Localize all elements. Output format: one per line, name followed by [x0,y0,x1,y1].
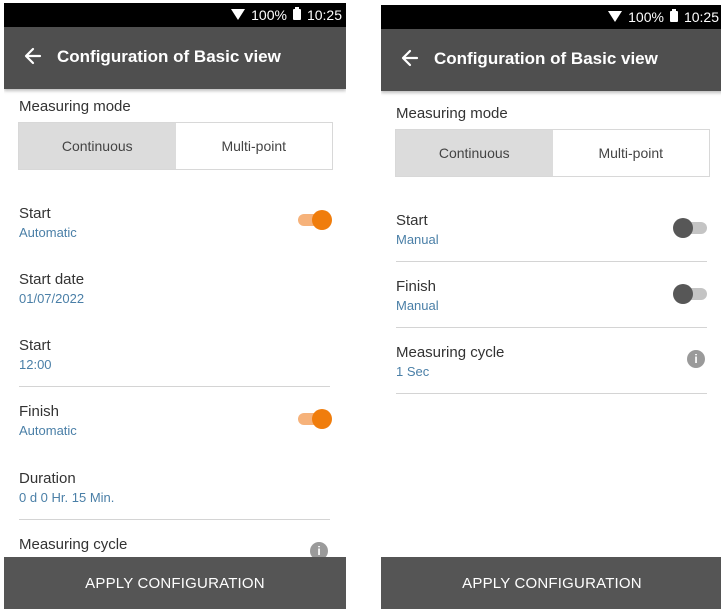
setting-label: Duration [19,470,76,487]
wifi-icon [608,9,623,25]
finish-automatic-toggle[interactable] [296,409,332,429]
start-automatic-toggle[interactable] [296,210,332,230]
page-title: Configuration of Basic view [57,47,281,66]
setting-label: Start [19,337,51,354]
start-manual-toggle[interactable] [673,218,709,238]
setting-value: Automatic [19,225,77,240]
measuring-mode-label: Measuring mode [396,105,508,122]
divider [396,393,707,394]
setting-row-duration[interactable]: Duration 0 d 0 Hr. 15 Min. [19,470,330,505]
divider [19,519,330,520]
back-arrow-icon[interactable] [399,47,421,69]
mode-option-continuous[interactable]: Continuous [396,130,553,176]
status-bar: 100% 10:25 [4,3,346,27]
measuring-mode-label: Measuring mode [19,98,131,115]
measuring-mode-selector: Continuous Multi-point [395,129,710,177]
setting-label: Start [19,205,51,222]
battery-level: 100% [251,7,287,23]
setting-label: Start [396,212,428,229]
battery-level: 100% [628,9,664,25]
setting-value: 12:00 [19,357,52,372]
setting-value: Manual [396,298,439,313]
clock: 10:25 [306,7,342,23]
divider [396,261,707,262]
status-bar: 100% 10:25 [381,5,721,29]
setting-row-start[interactable]: Start Automatic [19,205,330,240]
setting-value: 1 Sec [396,364,430,379]
setting-value: Automatic [19,423,77,438]
battery-icon [669,9,678,25]
mode-option-multi-point[interactable]: Multi-point [553,130,710,176]
mode-option-continuous[interactable]: Continuous [19,123,176,169]
divider [19,386,330,387]
battery-icon [292,7,301,23]
clock: 10:25 [683,9,719,25]
setting-row-start[interactable]: Start Manual [396,212,707,247]
setting-value: Manual [396,232,439,247]
setting-label: Finish [19,403,60,420]
setting-row-measuring-cycle[interactable]: Measuring cycle [19,536,330,553]
divider [396,327,707,328]
setting-label: Measuring cycle [396,344,505,361]
mode-option-multi-point[interactable]: Multi-point [176,123,333,169]
app-bar: Configuration of Basic view [4,27,346,89]
app-bar: Configuration of Basic view [381,29,721,91]
phone-screen-right: 100% 10:25 Configuration of Basic view M… [381,5,721,609]
setting-row-measuring-cycle[interactable]: Measuring cycle 1 Sec [396,344,707,379]
finish-manual-toggle[interactable] [673,284,709,304]
apply-configuration-button[interactable]: APPLY CONFIGURATION [4,557,346,609]
measuring-mode-selector: Continuous Multi-point [18,122,333,170]
page-title: Configuration of Basic view [434,49,658,68]
setting-label: Start date [19,271,85,288]
back-arrow-icon[interactable] [22,45,44,67]
phone-screen-left: 100% 10:25 Configuration of Basic view M… [4,3,346,609]
setting-row-finish[interactable]: Finish Automatic [19,403,330,438]
setting-value: 01/07/2022 [19,291,85,306]
setting-row-finish[interactable]: Finish Manual [396,278,707,313]
setting-row-start-time[interactable]: Start 12:00 [19,337,330,372]
wifi-icon [231,7,246,23]
info-icon[interactable]: i [687,350,705,368]
setting-label: Measuring cycle [19,536,128,553]
setting-label: Finish [396,278,437,295]
setting-value: 0 d 0 Hr. 15 Min. [19,490,115,505]
setting-row-start-date[interactable]: Start date 01/07/2022 [19,271,330,306]
apply-configuration-button[interactable]: APPLY CONFIGURATION [381,557,721,609]
